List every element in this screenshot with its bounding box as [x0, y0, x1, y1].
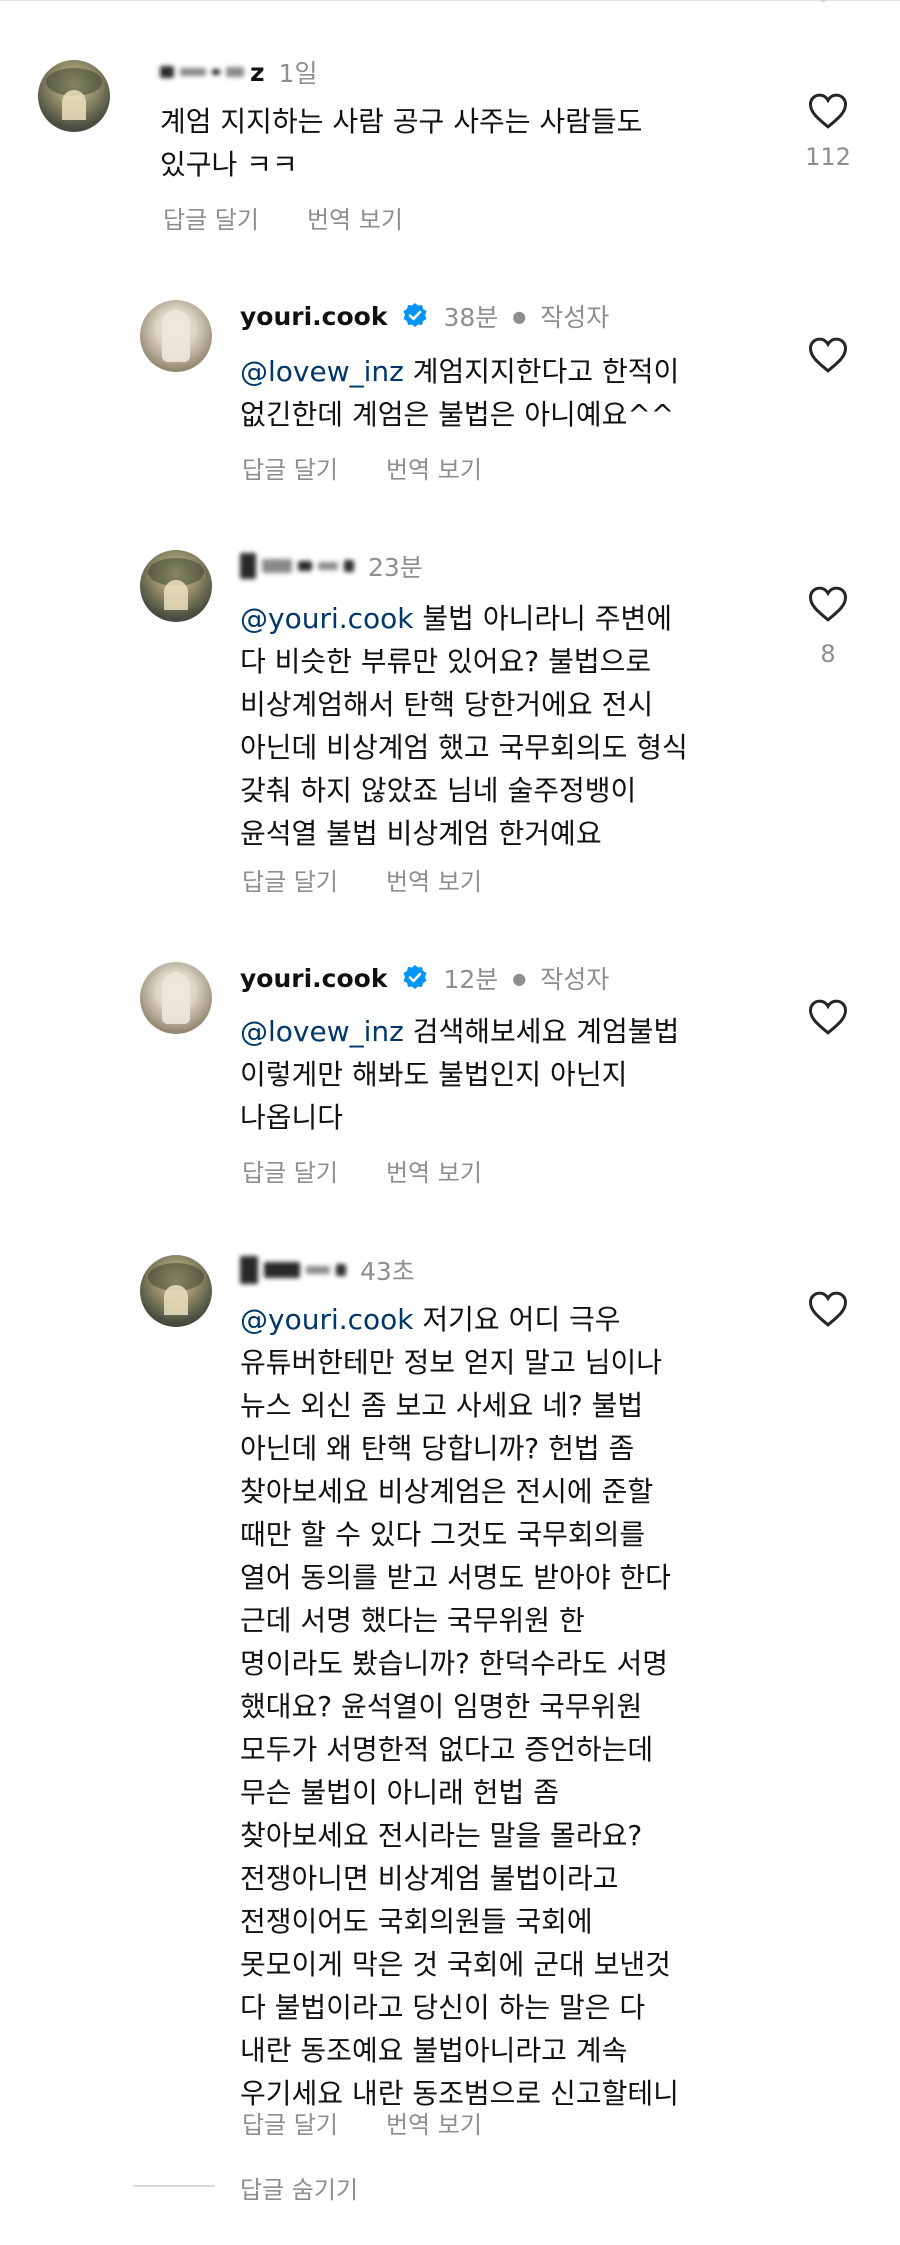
timestamp: 43초 [360, 1257, 415, 1286]
like-count: 112 [805, 143, 851, 171]
translate-button[interactable]: 번역 보기 [386, 450, 482, 485]
like-count: 8 [820, 640, 836, 668]
comment-line: @lovew_inz 계엄지지한다고 한적이 [240, 350, 679, 393]
comment-line: 근데 서명 했다는 국무위원 한 [240, 1604, 585, 1637]
comment-line: 무슨 불법이 아니래 헌법 좀 [240, 1776, 559, 1809]
comment-line: 이렇게만 해봐도 불법인지 아닌지 [240, 1058, 628, 1091]
timestamp: 23분 [368, 553, 423, 582]
comment-line: 유튜버한테만 정보 얻지 말고 님이나 [240, 1346, 663, 1379]
avatar[interactable] [140, 1255, 212, 1327]
timestamp: 12분 [443, 965, 499, 994]
comment-line: 명이라도 봤습니까? 한덕수라도 서명 [240, 1647, 668, 1680]
separator-dot: ● [512, 968, 527, 988]
heart-icon[interactable] [808, 1290, 848, 1328]
avatar[interactable] [140, 550, 212, 622]
separator-dot: ● [512, 306, 527, 326]
verified-badge-icon [401, 302, 429, 330]
comment-actions: 답글 달기 번역 보기 [242, 862, 482, 897]
comment-line: 내란 동조예요 불법아니라고 계속 [240, 2034, 628, 2067]
author-label: 작성자 [540, 303, 610, 332]
comment-line: 모두가 서명한적 없다고 증언하는데 [240, 1733, 654, 1766]
heart-icon[interactable] [808, 92, 848, 130]
translate-button[interactable]: 번역 보기 [386, 1153, 482, 1188]
comment-line: 아닌데 비상계엄 했고 국무회의도 형식 [240, 731, 688, 764]
translate-button[interactable]: 번역 보기 [307, 200, 403, 235]
comment-line: 뉴스 외신 좀 보고 사세요 네? 불법 [240, 1389, 644, 1422]
comment-header: youri.cook 12분 ● 작성자 [240, 960, 609, 996]
username-redacted[interactable] [240, 1256, 346, 1284]
comment-line: 때만 할 수 있다 그것도 국무회의를 [240, 1518, 646, 1551]
comment-line: 찾아보세요 비상계엄은 전시에 준할 [240, 1475, 654, 1508]
comment-line: 다 비슷한 부류만 있어요? 불법으로 [240, 645, 652, 678]
comment-line: 있구나 ㅋㅋ [160, 148, 298, 181]
comment-line: 계엄 지지하는 사람 공구 사주는 사람들도 [160, 105, 643, 138]
mention-link[interactable]: @youri.cook [240, 1303, 414, 1336]
comment-header: z 1일 [160, 54, 317, 90]
comment-line: 했대요? 윤석열이 임명한 국무위원 [240, 1690, 643, 1723]
author-label: 작성자 [540, 965, 610, 994]
comment-line: @youri.cook 저기요 어디 극우 [240, 1298, 679, 1341]
mention-link[interactable]: @youri.cook [240, 602, 414, 635]
comment-text: @youri.cook 저기요 어디 극우 유튜버한테만 정보 얻지 말고 님이… [240, 1298, 679, 2115]
comment-line: @youri.cook 불법 아니라니 주변에 [240, 597, 688, 640]
comment-header: 23분 [240, 548, 423, 584]
mention-link[interactable]: @lovew_inz [240, 355, 404, 388]
comment-line: 다 불법이라고 당신이 하는 말은 다 [240, 1991, 646, 2024]
comment-text: 계엄 지지하는 사람 공구 사주는 사람들도 있구나 ㅋㅋ [160, 100, 642, 186]
translate-button[interactable]: 번역 보기 [386, 862, 482, 897]
comment-line: @lovew_inz 검색해보세요 계엄불법 [240, 1010, 679, 1053]
reply-button[interactable]: 답글 달기 [163, 200, 259, 235]
comment-actions: 답글 달기 번역 보기 [242, 1153, 482, 1188]
top-divider [0, 0, 900, 1]
comment-header: 43초 [240, 1252, 415, 1288]
mention-link[interactable]: @lovew_inz [240, 1015, 404, 1048]
comment-text: @lovew_inz 계엄지지한다고 한적이 없긴한데 계엄은 불법은 아니예요… [240, 350, 679, 436]
comment-line-text: 계엄지지한다고 한적이 [403, 355, 680, 388]
username-redacted[interactable] [240, 553, 354, 579]
heart-icon[interactable] [808, 998, 848, 1036]
username-redacted[interactable]: z [160, 58, 265, 87]
username[interactable]: youri.cook [240, 964, 387, 993]
comment-line: 못모이게 막은 것 국회에 군대 보낸것 [240, 1948, 671, 1981]
comment-line: 전쟁아니면 비상계엄 불법이라고 [240, 1862, 619, 1895]
comment-line-text: 불법 아니라니 주변에 [413, 602, 673, 635]
comment-text: @youri.cook 불법 아니라니 주변에 다 비슷한 부류만 있어요? 불… [240, 597, 688, 855]
reply-button[interactable]: 답글 달기 [242, 2105, 338, 2140]
timestamp: 38분 [443, 303, 499, 332]
hide-replies-button[interactable]: 답글 숨기기 [240, 2170, 358, 2205]
comment-actions: 답글 달기 번역 보기 [242, 450, 482, 485]
heart-icon[interactable] [808, 336, 848, 374]
comment-line: 나옵니다 [240, 1101, 344, 1134]
comment-line: 없긴한데 계엄은 불법은 아니예요^^ [240, 398, 675, 431]
comment-text: @lovew_inz 검색해보세요 계엄불법 이렇게만 해봐도 불법인지 아닌지… [240, 1010, 679, 1139]
comment-line: 윤석열 불법 비상계엄 한거예요 [240, 817, 602, 850]
comment-line: 열어 동의를 받고 서명도 받아야 한다 [240, 1561, 671, 1594]
timestamp: 1일 [278, 59, 318, 88]
hide-replies-divider [133, 2185, 215, 2187]
username[interactable]: z [250, 58, 265, 87]
comment-line: 갖춰 하지 않았죠 님네 술주정뱅이 [240, 774, 637, 807]
reply-button[interactable]: 답글 달기 [242, 450, 338, 485]
comment-line: 찾아보세요 전시라는 말을 몰라요? [240, 1819, 643, 1852]
comment-actions: 답글 달기 번역 보기 [242, 2105, 482, 2140]
avatar[interactable] [140, 962, 212, 1034]
comment-header: youri.cook 38분 ● 작성자 [240, 298, 609, 334]
reply-button[interactable]: 답글 달기 [242, 1153, 338, 1188]
heart-icon[interactable] [808, 585, 848, 623]
avatar[interactable] [140, 300, 212, 372]
translate-button[interactable]: 번역 보기 [386, 2105, 482, 2140]
reply-button[interactable]: 답글 달기 [242, 862, 338, 897]
comment-line: 전쟁이어도 국회의원들 국회에 [240, 1905, 593, 1938]
comment-line: 아닌데 왜 탄핵 당합니까? 헌법 좀 [240, 1432, 635, 1465]
comment-line: 비상계엄해서 탄핵 당한거에요 전시 [240, 688, 654, 721]
username[interactable]: youri.cook [240, 302, 387, 331]
comment-line-text: 검색해보세요 계엄불법 [403, 1015, 680, 1048]
scroll-indicator [820, 0, 826, 2]
comment-actions: 답글 달기 번역 보기 [163, 200, 403, 235]
verified-badge-icon [401, 964, 429, 992]
comment-line-text: 저기요 어디 극우 [413, 1303, 621, 1336]
avatar[interactable] [38, 60, 110, 132]
